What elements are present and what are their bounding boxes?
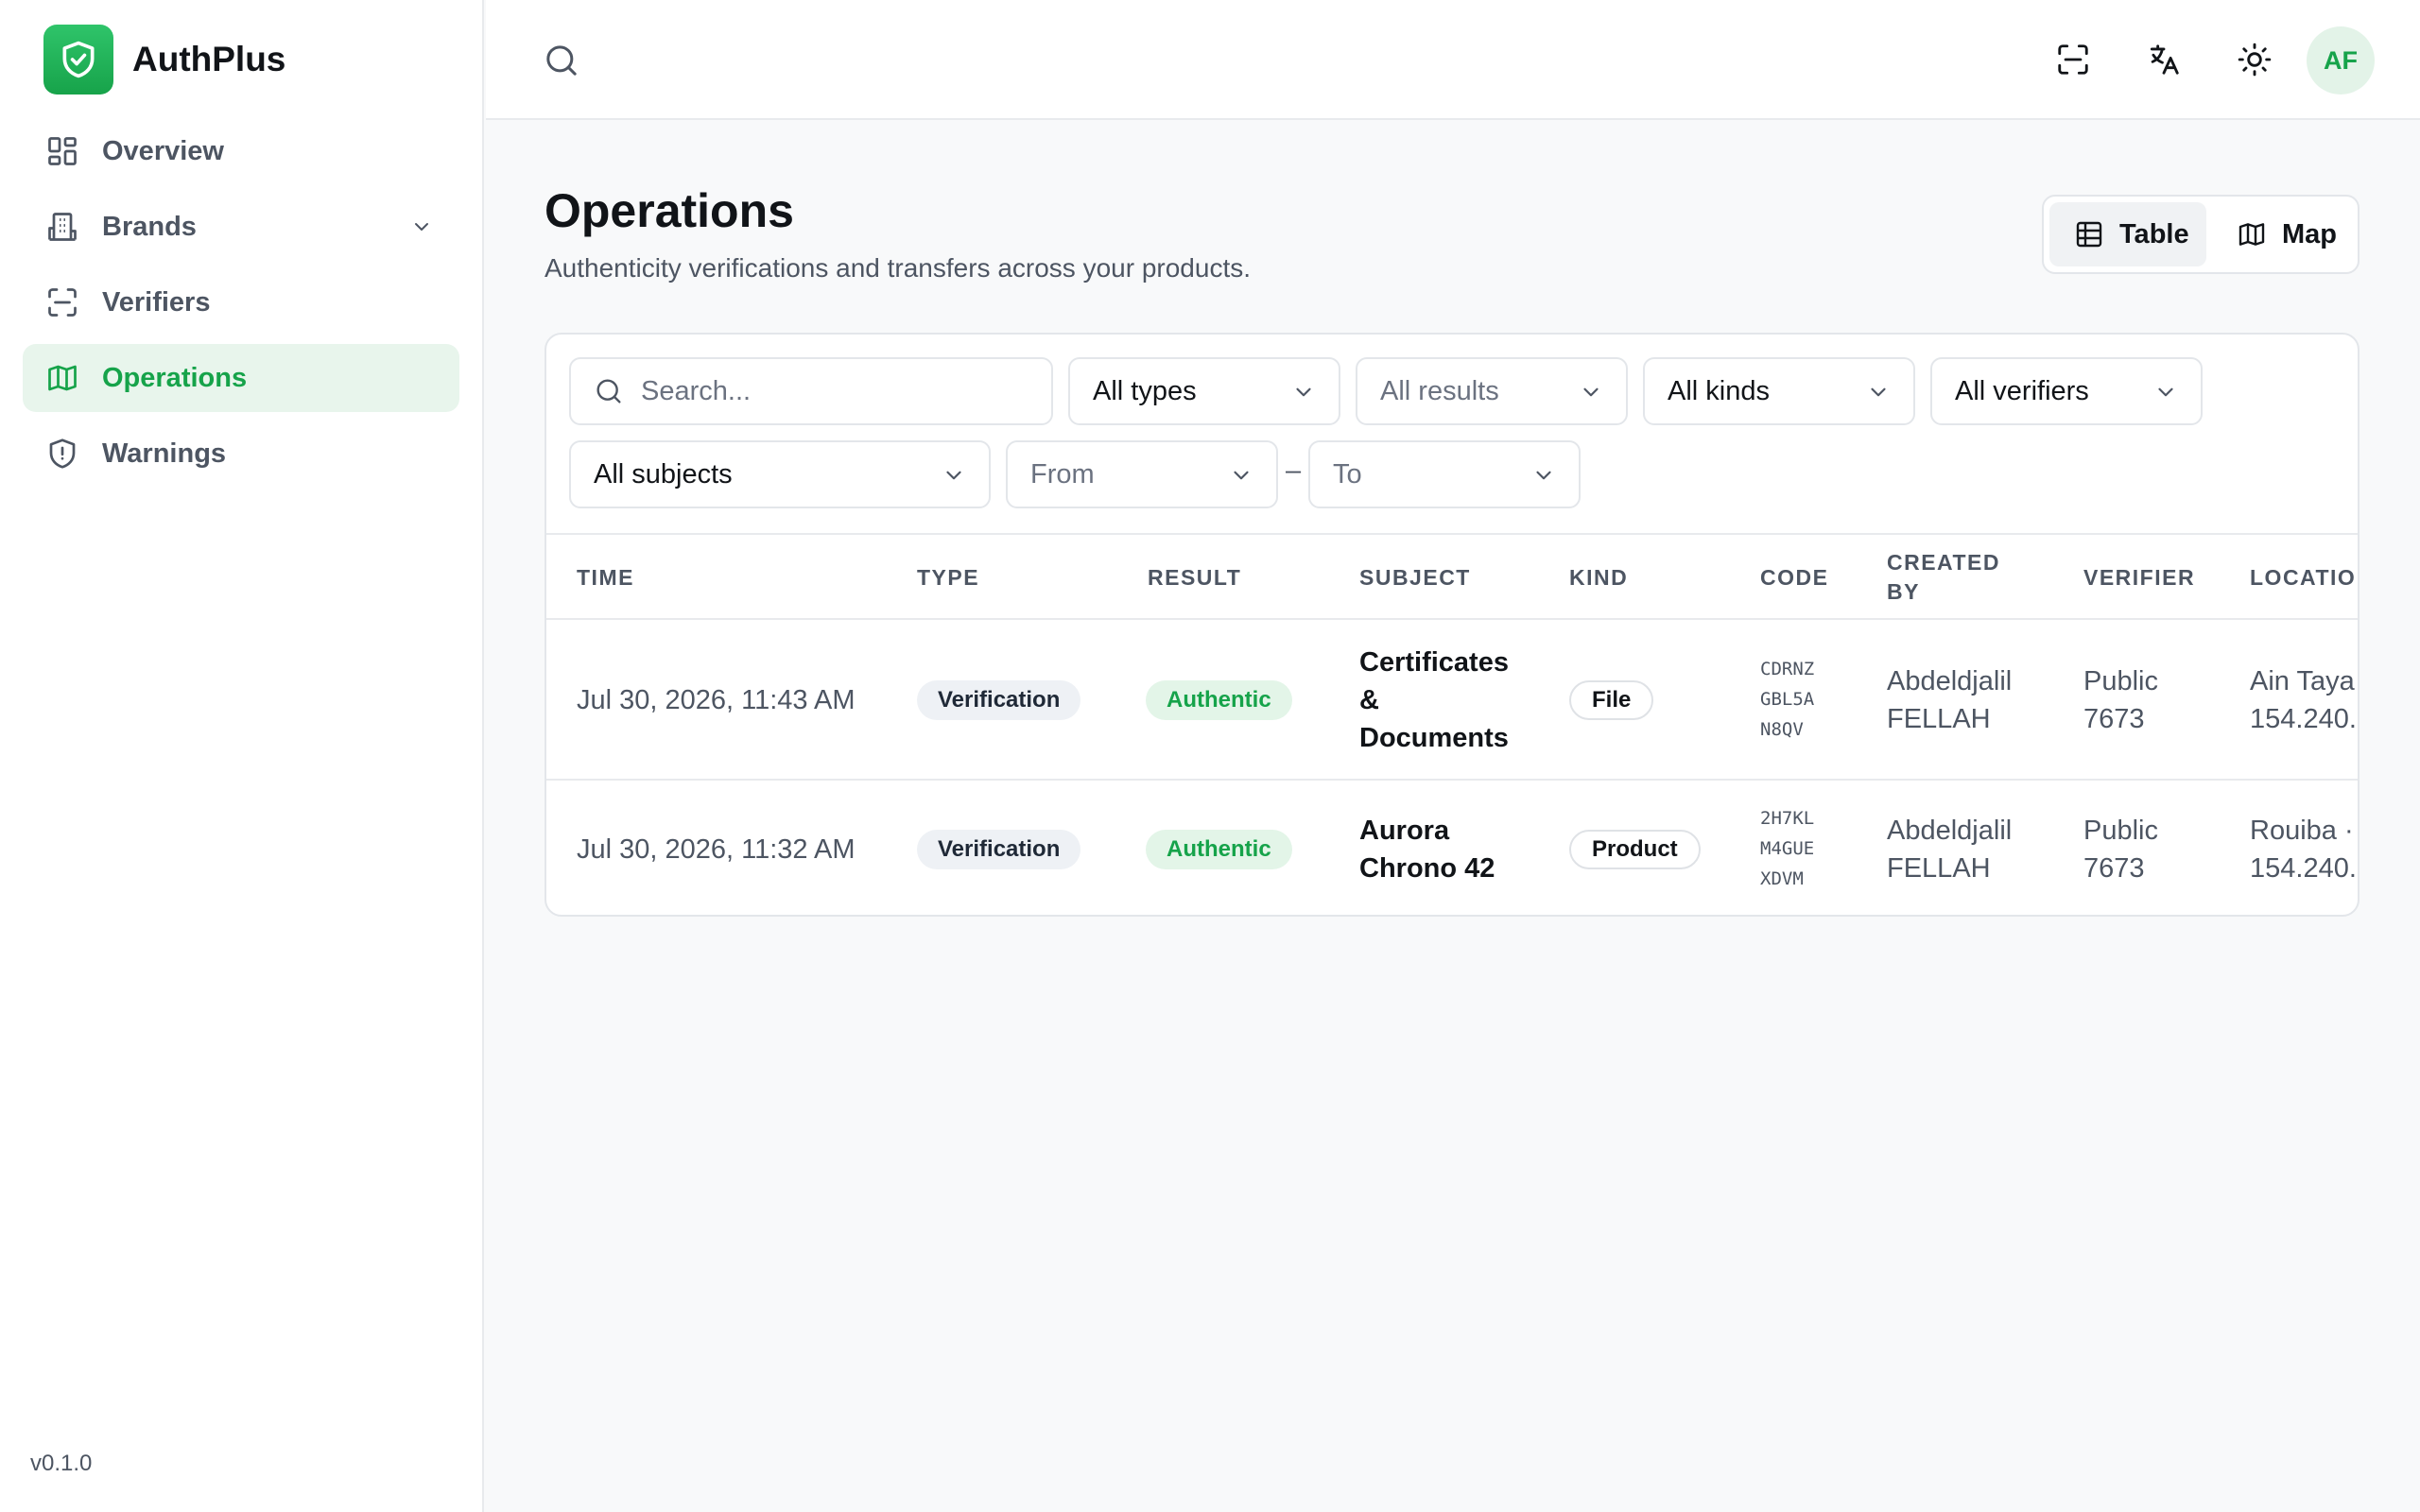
page-subtitle: Authenticity verifications and transfers…	[544, 253, 1252, 283]
column-header-location[interactable]: Locatio	[2250, 563, 2356, 593]
time-cell: Jul 30, 2026, 11:32 AM	[577, 834, 856, 865]
table-row[interactable]: Jul 30, 2026, 11:43 AM Verification Auth…	[546, 620, 2360, 781]
table-view-label: Table	[2119, 218, 2189, 249]
kind-badge: File	[1569, 680, 1654, 720]
view-toggle: Table Map	[2042, 195, 2360, 274]
app-version: v0.1.0	[30, 1451, 93, 1476]
chevron-down-icon	[946, 471, 961, 480]
chevron-down-icon	[1871, 387, 1886, 397]
building-icon	[48, 213, 77, 241]
scan-icon	[48, 288, 77, 317]
column-header-code[interactable]: Code	[1760, 563, 1828, 593]
sidebar-item-label: Verifiers	[102, 286, 211, 318]
table-header: Time Type Result Subject Kind Code Creat…	[546, 533, 2358, 620]
result-badge: Authentic	[1146, 830, 1292, 869]
search-icon	[596, 379, 621, 404]
sidebar-item-operations[interactable]: Operations	[23, 344, 459, 412]
column-header-type[interactable]: Type	[917, 563, 979, 593]
subject-cell: Aurora Chrono 42	[1359, 816, 1495, 884]
type-badge: Verification	[917, 830, 1081, 869]
location-cell: Rouiba · 154.240.1	[2250, 816, 2358, 884]
search-icon[interactable]	[543, 42, 580, 79]
kind-badge: Product	[1569, 830, 1701, 869]
grid-icon	[48, 137, 77, 165]
date-range-separator: –	[1286, 455, 1302, 486]
chevron-down-icon	[1583, 387, 1599, 397]
type-select-value: All types	[1093, 375, 1197, 406]
sidebar-nav: Overview Brands Verifiers Operations War…	[23, 117, 459, 495]
chevron-down-icon	[1234, 471, 1249, 480]
sidebar-item-label: Brands	[102, 211, 197, 242]
column-header-kind[interactable]: Kind	[1569, 563, 1628, 593]
brand[interactable]: AuthPlus	[43, 25, 285, 94]
type-select[interactable]: All types	[1068, 357, 1340, 425]
result-select[interactable]: All results	[1356, 357, 1628, 425]
date-from-select[interactable]: From	[1006, 440, 1278, 508]
chevron-down-icon	[1296, 387, 1311, 397]
verifier-cell: Public 7673	[2083, 666, 2158, 734]
chevron-down-icon	[1536, 471, 1551, 480]
table-icon	[2076, 221, 2102, 248]
column-header-created-by[interactable]: Created By	[1887, 548, 2010, 607]
verifier-select[interactable]: All verifiers	[1930, 357, 2203, 425]
sidebar-item-verifiers[interactable]: Verifiers	[23, 268, 459, 336]
result-badge: Authentic	[1146, 680, 1292, 720]
search-field[interactable]	[569, 357, 1053, 425]
translate-icon[interactable]	[2146, 42, 2182, 77]
column-header-verifier[interactable]: Verifier	[2083, 563, 2195, 593]
scan-icon[interactable]	[2055, 42, 2091, 77]
table-row[interactable]: Jul 30, 2026, 11:32 AM Verification Auth…	[546, 781, 2358, 915]
avatar[interactable]: AF	[2307, 26, 2375, 94]
search-input[interactable]	[641, 375, 1000, 407]
operations-card: All types All results All kinds All veri…	[544, 333, 2360, 917]
time-cell: Jul 30, 2026, 11:43 AM	[577, 685, 856, 715]
verifier-select-value: All verifiers	[1955, 375, 2089, 406]
location-cell: Ain Taya · 154.240.1	[2250, 666, 2360, 734]
created-by-cell: Abdeldjalil FELLAH	[1887, 816, 2013, 884]
created-by-cell: Abdeldjalil FELLAH	[1887, 666, 2013, 734]
date-to-select[interactable]: To	[1308, 440, 1581, 508]
verifier-cell: Public 7673	[2083, 816, 2158, 884]
map-view-label: Map	[2282, 218, 2337, 249]
sidebar: AuthPlus Overview Brands Verifiers Opera…	[0, 0, 484, 1512]
table-view-button[interactable]: Table	[2049, 202, 2206, 266]
sun-icon[interactable]	[2237, 42, 2273, 77]
topbar: AF	[486, 0, 2420, 120]
result-select-value: All results	[1380, 375, 1499, 406]
sidebar-item-warnings[interactable]: Warnings	[23, 420, 459, 488]
page-title: Operations	[544, 184, 794, 237]
subject-select-value: All subjects	[594, 458, 733, 490]
subject-select[interactable]: All subjects	[569, 440, 991, 508]
sidebar-item-label: Overview	[102, 135, 224, 166]
map-icon	[2238, 223, 2265, 246]
sidebar-item-overview[interactable]: Overview	[23, 117, 459, 185]
map-icon	[48, 365, 77, 391]
sidebar-item-label: Warnings	[102, 438, 227, 469]
date-from-value: From	[1030, 458, 1095, 490]
sidebar-item-brands[interactable]: Brands	[23, 193, 459, 261]
map-view-button[interactable]: Map	[2218, 202, 2356, 266]
sidebar-item-label: Operations	[102, 362, 248, 393]
subject-cell: Certificates & Documents	[1359, 647, 1509, 753]
code-cell: CDRNZ GBL5A N8QV	[1760, 659, 1815, 740]
chevron-down-icon	[2158, 387, 2173, 397]
column-header-time[interactable]: Time	[577, 563, 634, 593]
kind-select[interactable]: All kinds	[1643, 357, 1915, 425]
brand-name: AuthPlus	[132, 40, 286, 78]
column-header-result[interactable]: Result	[1148, 563, 1241, 593]
shield-alert-icon	[49, 438, 76, 469]
code-cell: 2H7KL M4GUE XDVM	[1760, 808, 1815, 889]
column-header-subject[interactable]: Subject	[1359, 563, 1471, 593]
chevron-down-icon[interactable]	[410, 215, 433, 238]
type-badge: Verification	[917, 680, 1081, 720]
date-to-value: To	[1333, 458, 1362, 490]
shield-check-logo-icon	[43, 25, 113, 94]
kind-select-value: All kinds	[1668, 375, 1770, 406]
